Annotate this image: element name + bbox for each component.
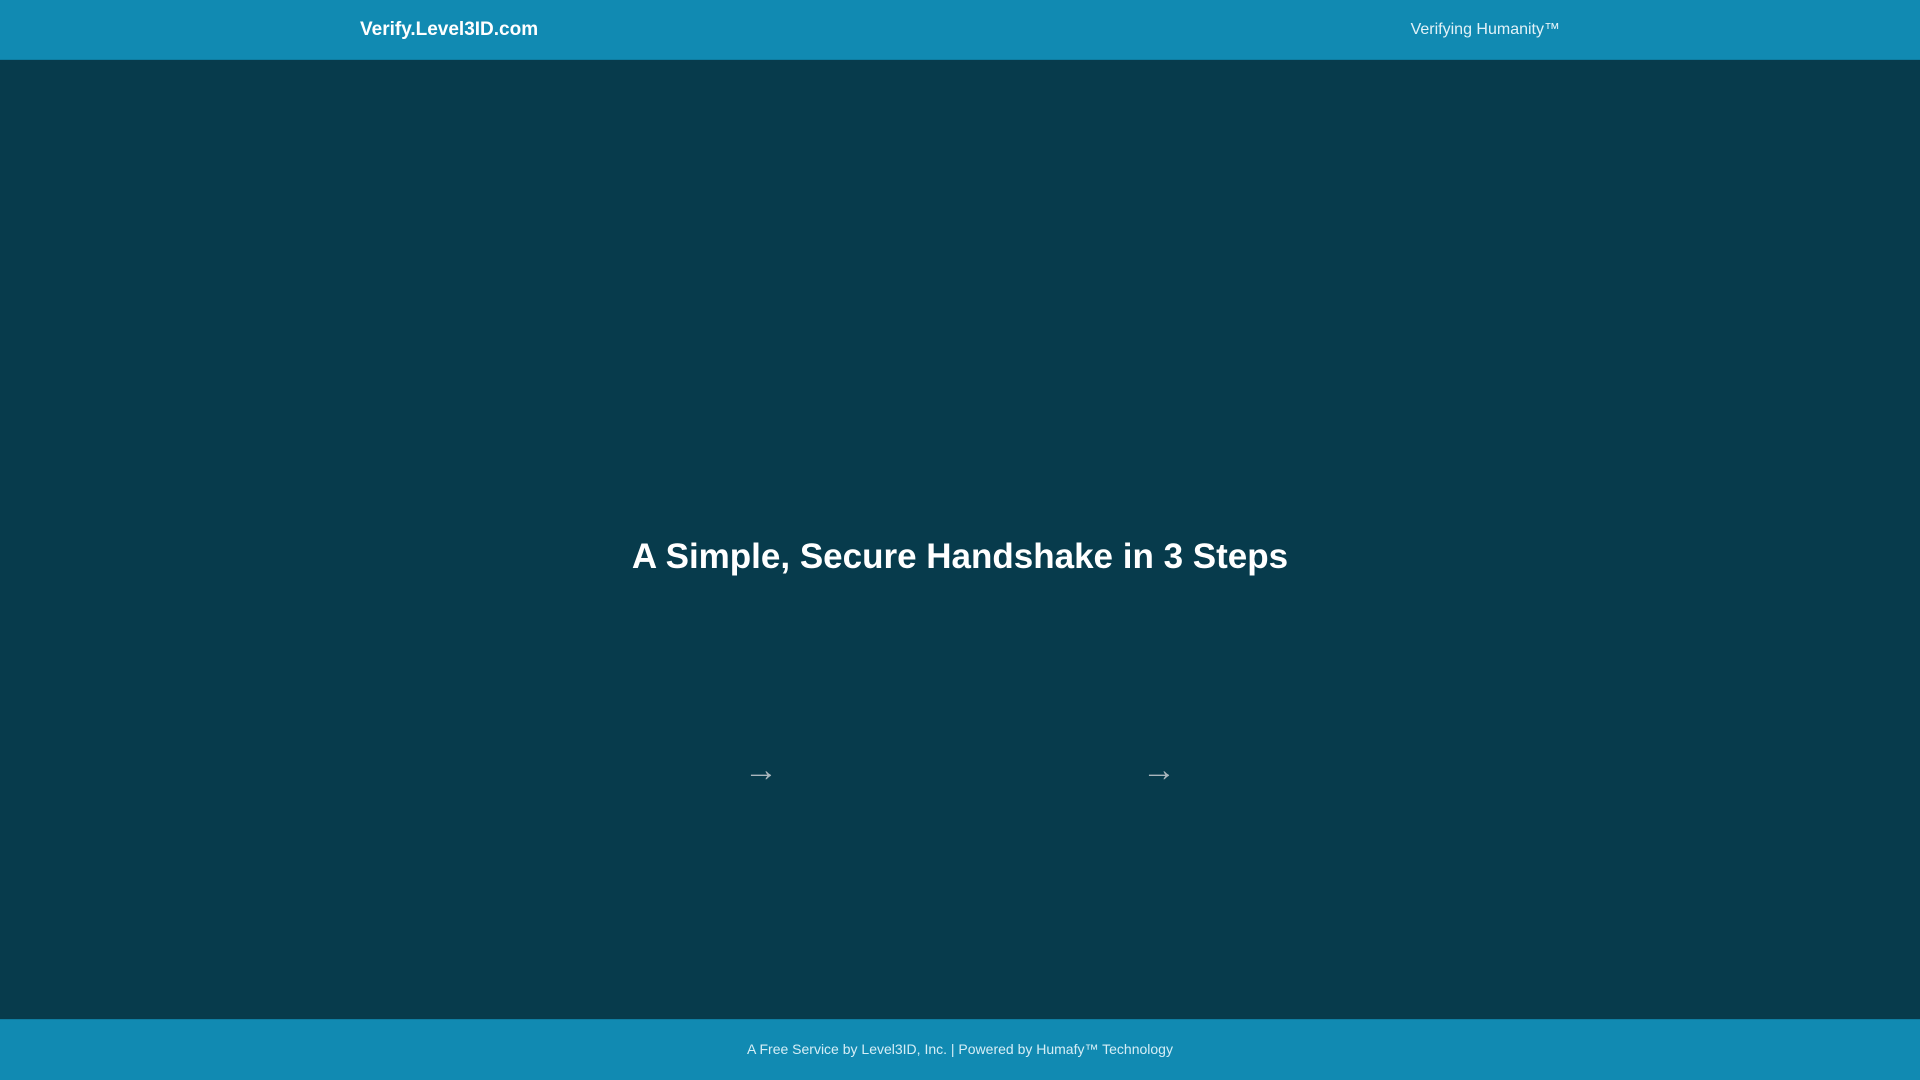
main-content: A Simple, Secure Handshake in 3 Steps → … <box>0 60 1920 1019</box>
header-tagline: Verifying Humanity™ <box>1410 21 1560 38</box>
steps-row: → → <box>0 740 1920 800</box>
page-headline: A Simple, Secure Handshake in 3 Steps <box>631 537 1289 576</box>
brand-link[interactable]: Verify.Level3ID.com <box>360 0 538 60</box>
right-arrow-icon: → <box>744 751 778 789</box>
site-header: Verify.Level3ID.com Verifying Humanity™ <box>0 0 1920 60</box>
footer-text: A Free Service by Level3ID, Inc. | Power… <box>747 1041 1173 1057</box>
site-footer: A Free Service by Level3ID, Inc. | Power… <box>0 1019 1920 1080</box>
right-arrow-icon: → <box>1142 751 1176 789</box>
